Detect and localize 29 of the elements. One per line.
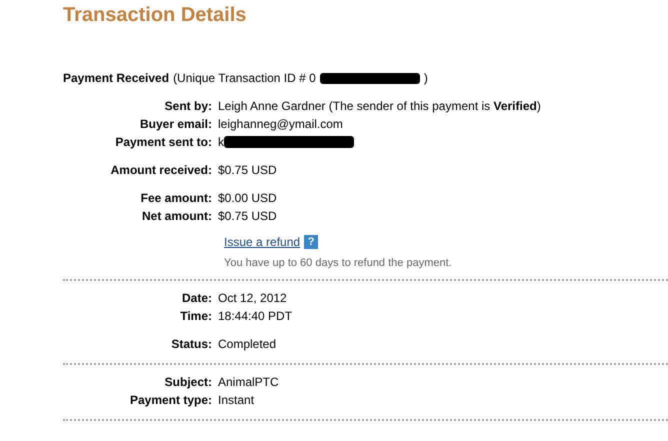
field-value: k	[218, 135, 224, 149]
field-label: Payment type:	[128, 393, 213, 407]
field-value: leighanneg@ymail.com	[218, 117, 343, 131]
field-label: Time:	[179, 309, 213, 323]
field-label: Subject:	[164, 375, 213, 389]
help-icon[interactable]: ?	[304, 235, 318, 249]
field-value: 18:44:40 PDT	[218, 309, 292, 323]
field-value: Instant	[218, 393, 254, 407]
field-value: $0.00 USD	[218, 191, 277, 205]
field-label: Sent by:	[164, 99, 213, 113]
section-heading: Payment Received	[63, 71, 170, 85]
closing-parenthesis: )	[424, 71, 428, 85]
field-value: Completed	[218, 337, 276, 351]
transaction-id: (Unique Transaction ID # 0	[173, 71, 316, 85]
field-label: Fee amount:	[140, 191, 213, 205]
field-value: AnimalPTC	[218, 375, 279, 389]
field-label: Date:	[180, 291, 213, 305]
field-value: $0.75 USD	[218, 163, 277, 177]
field-label: Payment sent to:	[114, 135, 213, 149]
field-label: Net amount:	[141, 209, 213, 223]
field-label: Buyer email:	[138, 117, 213, 131]
field-value: Oct 12, 2012	[218, 291, 287, 305]
field-label: Amount received:	[110, 163, 213, 177]
field-value: Leigh Anne Gardner (The sender of this payment is Verified)	[218, 99, 541, 113]
refund-link[interactable]: Issue a refund	[224, 235, 300, 249]
field-value: $0.75 USD	[218, 209, 277, 223]
page-title: Transaction Details	[63, 4, 246, 27]
field-label: Status:	[170, 337, 213, 351]
refund-note: You have up to 60 days to refund the payment.	[224, 257, 453, 269]
